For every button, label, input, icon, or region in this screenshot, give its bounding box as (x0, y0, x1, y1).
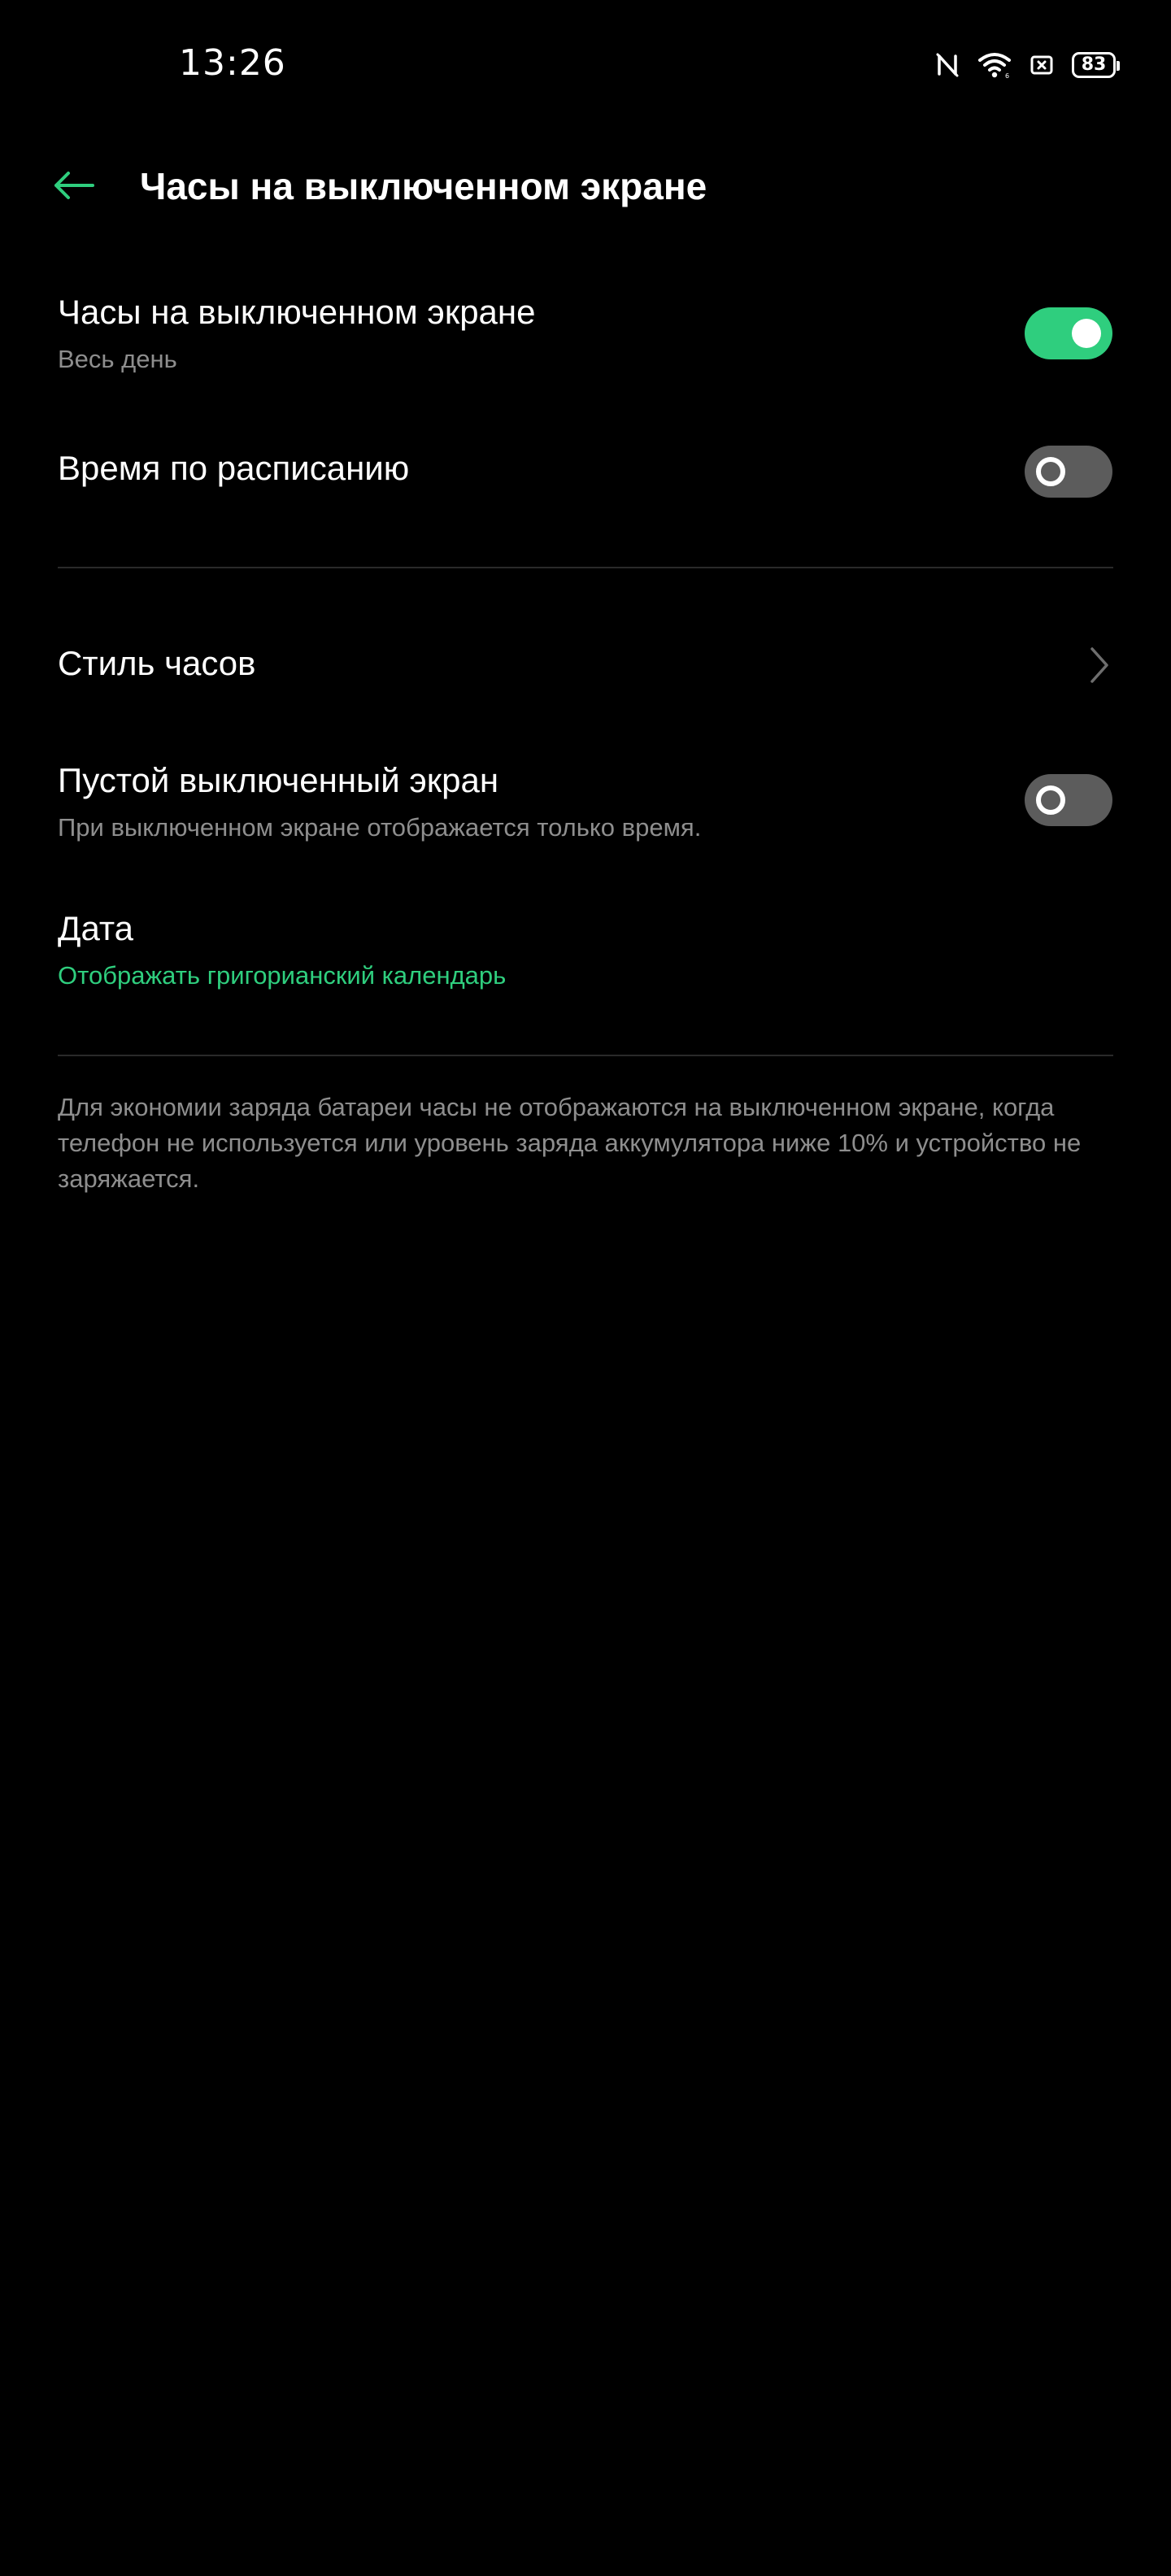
sim-x-icon (1030, 53, 1054, 77)
section-divider (58, 1055, 1113, 1056)
chevron-right-icon (1083, 641, 1116, 690)
blank-screen-title: Пустой выключенный экран (58, 761, 499, 799)
back-button[interactable] (46, 163, 102, 211)
date-setting-row[interactable]: Дата Отображать григорианский календарь (0, 904, 1171, 1010)
schedule-setting-title: Время по расписанию (58, 449, 410, 487)
toggle-knob (1036, 785, 1065, 815)
battery-level: 83 (1081, 54, 1107, 75)
aod-setting-row[interactable]: Часы на выключенном экране Весь день (0, 285, 1171, 390)
schedule-toggle[interactable] (1025, 446, 1112, 498)
clock-style-title: Стиль часов (58, 644, 256, 682)
blank-screen-row[interactable]: Пустой выключенный экран При выключенном… (0, 756, 1171, 862)
blank-screen-toggle[interactable] (1025, 774, 1112, 826)
arrow-left-icon (52, 169, 96, 206)
screen: 13:26 6 83 Часы на выключенном экране Ча… (0, 0, 1171, 2576)
wifi-icon: 6 (977, 51, 1012, 79)
aod-toggle[interactable] (1025, 307, 1112, 359)
date-setting-value: Отображать григорианский календарь (58, 961, 507, 990)
clock-style-row[interactable]: Стиль часов (0, 626, 1171, 707)
section-divider (58, 567, 1113, 568)
battery-icon: 83 (1072, 52, 1120, 78)
toggle-knob (1072, 319, 1101, 348)
aod-setting-title: Часы на выключенном экране (58, 293, 536, 331)
page-title: Часы на выключенном экране (140, 165, 707, 207)
status-icons: 6 83 (935, 46, 1120, 85)
schedule-setting-row[interactable]: Время по расписанию (0, 431, 1171, 512)
status-time: 13:26 (179, 42, 286, 84)
toggle-knob (1036, 457, 1065, 486)
svg-text:6: 6 (1005, 72, 1009, 79)
aod-setting-subtitle: Весь день (58, 345, 177, 373)
battery-saving-note: Для экономии заряда батареи часы не отоб… (58, 1093, 1082, 1193)
status-bar: 13:26 6 83 (0, 0, 1171, 130)
date-setting-title: Дата (58, 909, 134, 947)
app-header: Часы на выключенном экране (0, 146, 1171, 228)
blank-screen-subtitle: При выключенном экране отображается толь… (58, 813, 702, 842)
nfc-off-icon (935, 51, 960, 79)
